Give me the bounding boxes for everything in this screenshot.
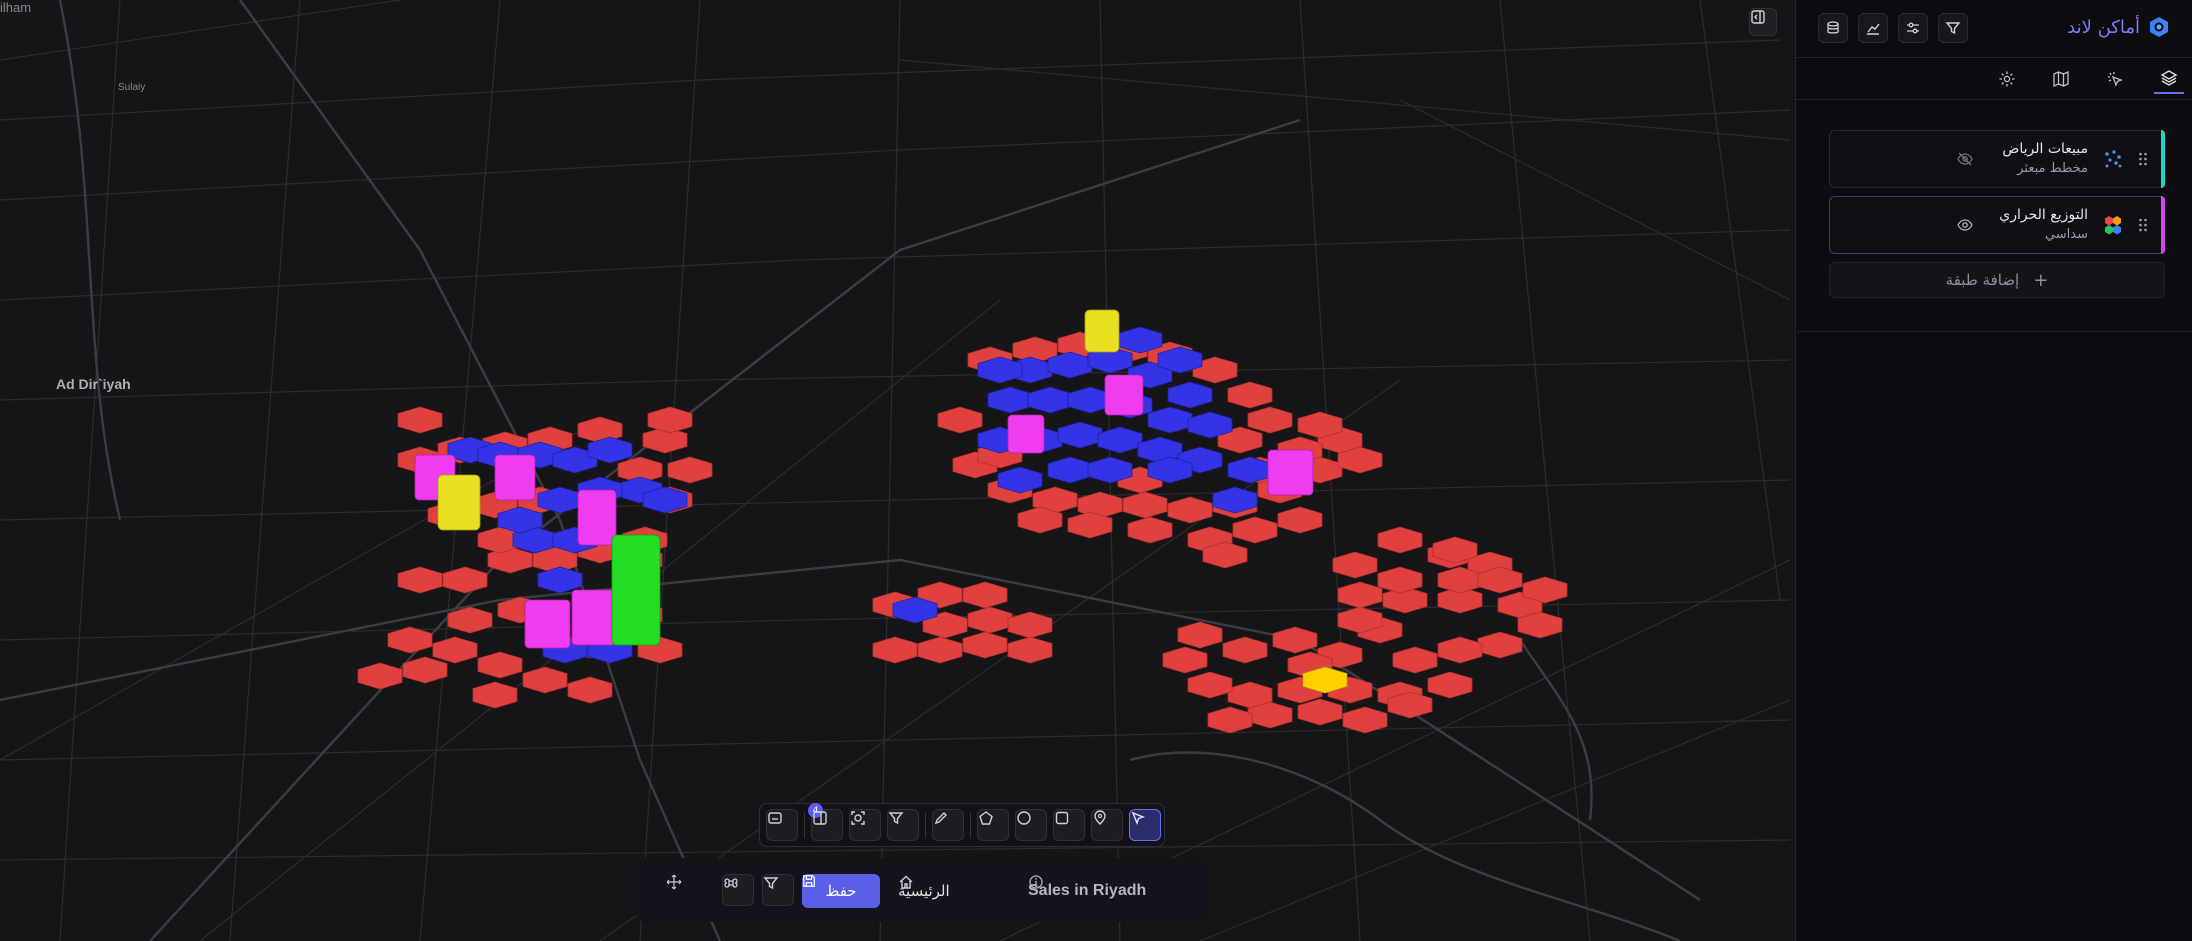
layer-name: مبيعات الرياض <box>2002 141 2088 157</box>
stickers-button[interactable] <box>766 809 798 841</box>
drawing-toolbar: 4 <box>759 803 1165 847</box>
eye-off-icon[interactable] <box>1956 150 1974 168</box>
layer-subtitle: مخطط مبعثر <box>2017 161 2088 176</box>
pin-icon <box>1094 810 1106 825</box>
home-link[interactable]: الرئيسية <box>898 874 950 908</box>
filter-tool-button[interactable] <box>887 809 919 841</box>
header-chart-button[interactable] <box>1858 13 1888 43</box>
header-database-button[interactable] <box>1818 13 1848 43</box>
pencil-icon <box>934 812 947 825</box>
save-label: حفظ <box>825 882 857 900</box>
square-button[interactable] <box>1053 809 1085 841</box>
command-icon <box>724 878 738 888</box>
sliders-icon <box>1907 22 1919 34</box>
stickers-icon <box>768 812 782 824</box>
filter-icon <box>1945 22 1961 35</box>
compare-panel-button[interactable]: 4 <box>808 803 843 841</box>
move-tool-button[interactable] <box>666 874 698 906</box>
brand[interactable]: أماكن لاند <box>2067 16 2170 38</box>
streets-minor <box>0 0 1791 941</box>
brand-name: أماكن لاند <box>2067 16 2140 38</box>
streets-major <box>0 0 1701 941</box>
polygon-button[interactable] <box>977 809 1009 841</box>
tab-layers[interactable] <box>2154 64 2184 94</box>
map-icon <box>2053 70 2069 88</box>
map-label-top-left: ilham <box>0 0 32 15</box>
drag-handle-icon[interactable] <box>2138 217 2148 233</box>
layer-card-sales[interactable]: مبيعات الرياض مخطط مبعثر <box>1829 130 2165 188</box>
map-svg <box>0 0 1791 941</box>
map-label-sulaiy: Sulaiy <box>118 82 146 93</box>
collapse-panel-button[interactable] <box>1749 8 1777 36</box>
pin-button[interactable] <box>1091 809 1123 841</box>
square-icon <box>1055 811 1069 825</box>
brand-logo-icon <box>2150 17 2168 37</box>
layers-icon <box>2160 70 2178 86</box>
hex-cluster-center <box>872 581 1053 664</box>
command-palette-button[interactable] <box>722 874 754 906</box>
gear-icon <box>1999 71 2015 87</box>
hexbin-icon <box>2105 216 2121 235</box>
cursor-click-icon <box>2108 72 2123 87</box>
save-button[interactable]: حفظ <box>802 874 880 908</box>
plus-icon: + <box>2033 269 2049 291</box>
layer-card-heatmap[interactable]: التوزيع الحراري سداسي <box>1829 196 2165 254</box>
tab-settings[interactable] <box>1992 64 2022 94</box>
sidebar-toggle-icon <box>1751 10 1765 24</box>
map-title: Sales in Riyadh <box>1028 882 1147 899</box>
tab-interactions[interactable] <box>2100 64 2130 94</box>
lasso-button[interactable] <box>849 809 881 841</box>
pencil-button[interactable] <box>932 809 964 841</box>
circle-button[interactable] <box>1015 809 1047 841</box>
chart-icon <box>1867 23 1880 35</box>
pointer-button[interactable] <box>1129 809 1161 841</box>
panel-header: أماكن لاند <box>1796 0 2192 58</box>
add-layer-label: إضافة طبقة <box>1945 271 2020 289</box>
home-icon <box>899 875 913 889</box>
layer-accent <box>2161 130 2165 188</box>
header-settings-sliders-button[interactable] <box>1898 13 1928 43</box>
side-panel: أماكن لاند مبيعات الرياض مخطط مبعثر التو… <box>1795 0 2192 941</box>
eye-icon[interactable] <box>1956 216 1974 234</box>
header-filter-button[interactable] <box>1938 13 1968 43</box>
toolbar-separator <box>804 812 805 838</box>
scatter-plot-icon <box>2105 150 2122 168</box>
tab-basemap[interactable] <box>2046 64 2076 94</box>
filter-icon <box>763 877 779 890</box>
hex-cluster-west <box>357 406 713 709</box>
database-icon <box>1827 21 1839 34</box>
pointer-icon <box>1131 811 1146 826</box>
info-icon[interactable] <box>1028 874 1044 890</box>
toolbar-separator <box>925 812 926 838</box>
polygon-icon <box>979 811 993 825</box>
move-icon <box>666 874 682 890</box>
add-layer-button[interactable]: + إضافة طبقة <box>1829 262 2165 298</box>
layer-accent <box>2161 196 2165 254</box>
map-filter-button[interactable] <box>762 874 794 906</box>
filter-icon <box>888 812 904 825</box>
lasso-icon <box>851 811 865 825</box>
app-root: ilham Sulaiy Ad Dir`iyah 4 حفظ الرئيسية … <box>0 0 2192 941</box>
layer-name: التوزيع الحراري <box>1999 207 2088 223</box>
toolbar-separator <box>970 812 971 838</box>
circle-icon <box>1017 811 1031 825</box>
save-icon <box>803 875 815 887</box>
drag-handle-icon[interactable] <box>2138 151 2148 167</box>
layer-subtitle: سداسي <box>2044 227 2088 242</box>
map-canvas[interactable]: ilham Sulaiy Ad Dir`iyah 4 حفظ الرئيسية … <box>0 0 1795 941</box>
map-label-ad-diriyah: Ad Dir`iyah <box>56 376 131 392</box>
layers-list: مبيعات الرياض مخطط مبعثر التوزيع الحراري… <box>1797 100 2192 332</box>
bottom-bar: حفظ الرئيسية Sales in Riyadh <box>636 858 1208 922</box>
panel-tabs <box>1796 58 2192 100</box>
compare-panel-icon <box>813 811 827 825</box>
map-title-area: Sales in Riyadh <box>1028 874 1146 908</box>
